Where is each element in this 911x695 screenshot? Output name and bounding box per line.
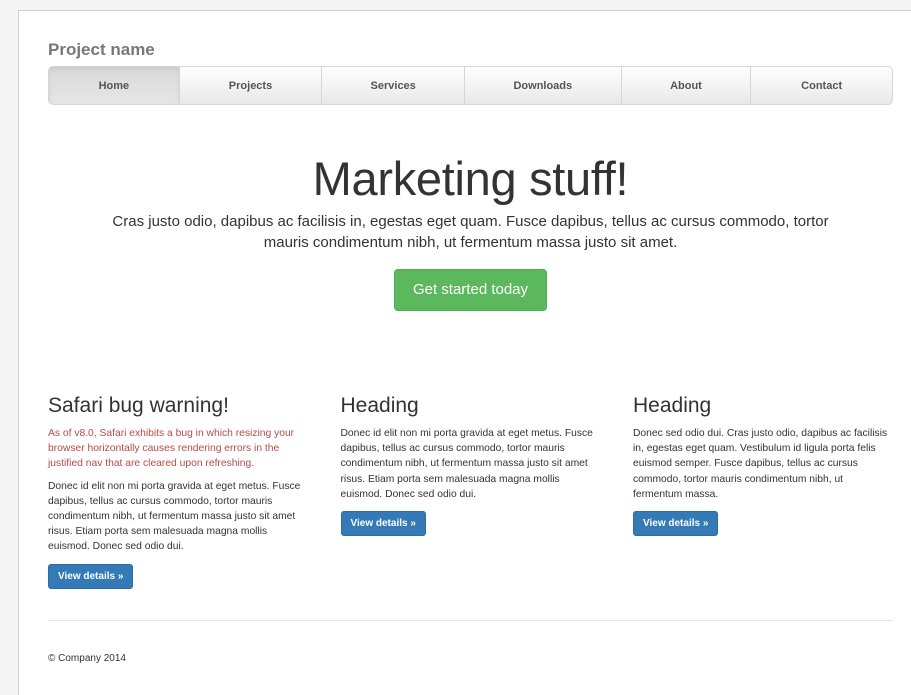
jumbotron: Marketing stuff! Cras justo odio, dapibu… xyxy=(48,151,893,311)
footer-copyright: © Company 2014 xyxy=(48,653,126,664)
safari-warning-text: As of v8.0, Safari exhibits a bug in whi… xyxy=(48,428,295,470)
nav-item-services[interactable]: Services xyxy=(321,67,464,104)
column-heading: Heading xyxy=(633,394,712,417)
jumbotron-lead: Cras justo odio, dapibus ac facilisis in… xyxy=(112,213,829,251)
justified-nav: Home Projects Services Downloads About C… xyxy=(48,66,893,105)
view-details-button[interactable]: View details » xyxy=(340,511,426,537)
nav-item-downloads[interactable]: Downloads xyxy=(464,67,621,104)
nav-item-projects[interactable]: Projects xyxy=(178,67,322,104)
column-heading: Safari bug warning! xyxy=(48,394,229,417)
view-details-button[interactable]: View details » xyxy=(633,511,719,537)
get-started-button[interactable]: Get started today xyxy=(393,269,548,311)
feature-column: Heading Donec id elit non mi porta gravi… xyxy=(340,393,601,589)
nav-item-home[interactable]: Home xyxy=(49,67,179,104)
nav-item-contact[interactable]: Contact xyxy=(750,67,892,104)
feature-column: Safari bug warning! As of v8.0, Safari e… xyxy=(48,393,308,589)
column-body: Donec id elit non mi porta gravida at eg… xyxy=(340,428,593,500)
column-body: Donec id elit non mi porta gravida at eg… xyxy=(48,480,301,553)
brand-title: Project name xyxy=(48,40,155,59)
column-heading: Heading xyxy=(340,394,419,417)
view-details-button[interactable]: View details » xyxy=(48,563,134,589)
feature-columns: Safari bug warning! As of v8.0, Safari e… xyxy=(48,393,893,589)
column-body: Donec sed odio dui. Cras justo odio, dap… xyxy=(633,428,888,500)
browser-viewport: Project name Home Projects Services Down… xyxy=(18,10,911,695)
footer-divider xyxy=(48,620,893,621)
jumbotron-heading: Marketing stuff! xyxy=(312,152,629,205)
feature-column: Heading Donec sed odio dui. Cras justo o… xyxy=(633,393,893,589)
nav-item-about[interactable]: About xyxy=(620,67,751,104)
